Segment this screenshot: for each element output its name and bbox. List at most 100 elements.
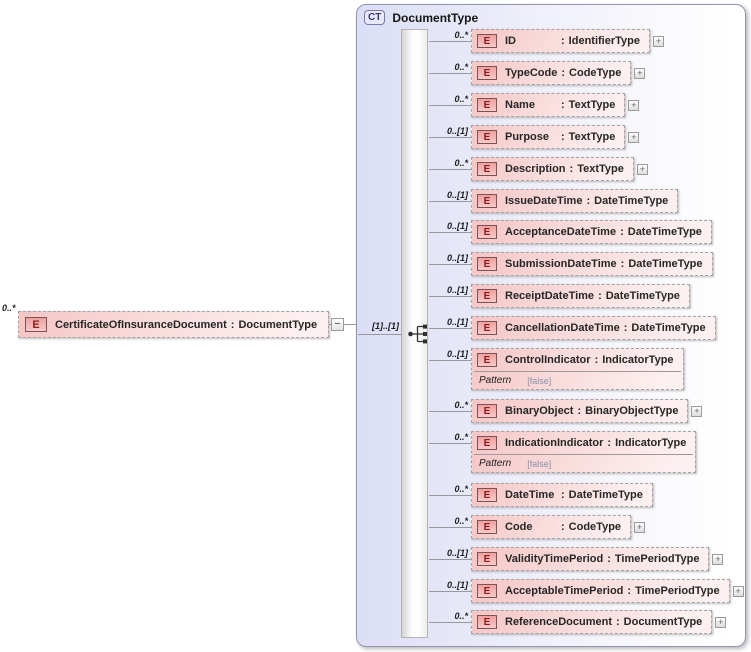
element-box[interactable]: E IssueDateTime: DateTimeType	[471, 189, 679, 213]
type-separator: :	[561, 35, 565, 47]
element-name: TypeCode	[505, 67, 558, 79]
element-box[interactable]: E Description: TextType	[471, 157, 634, 181]
element-box[interactable]: E CancellationDateTime: DateTimeType	[471, 316, 716, 340]
element-main: E IndicationIndicator: IndicatorType	[472, 432, 695, 454]
element-type: BinaryObjectType	[585, 405, 679, 417]
element-main: E SubmissionDateTime: DateTimeType	[472, 253, 712, 275]
element-badge-icon: E	[477, 552, 497, 566]
element-box[interactable]: E TypeCode: CodeType	[471, 61, 632, 85]
connector-line	[429, 591, 471, 592]
connector-line	[429, 73, 471, 74]
facet-row: Pattern [false]	[472, 455, 695, 472]
element-box[interactable]: E ID: IdentifierType	[471, 29, 650, 53]
element-type: TextType	[577, 163, 624, 175]
type-separator: :	[623, 322, 628, 334]
type-separator: :	[561, 131, 565, 143]
root-element-type: DocumentType	[238, 318, 318, 331]
type-separator: :	[607, 437, 612, 449]
element-type: DateTimeType	[631, 322, 706, 334]
cardinality-label: 0..[1]	[446, 349, 468, 359]
root-element-box[interactable]: E CertificateOfInsuranceDocument : Docum…	[18, 311, 329, 338]
element-badge-icon: E	[25, 317, 47, 332]
element-box[interactable]: E ReceiptDateTime: DateTimeType	[471, 284, 690, 308]
cardinality-label: 0..*	[454, 62, 468, 72]
cardinality-label: 0..[1]	[446, 221, 468, 231]
connector-line	[429, 443, 471, 444]
element-name: ValidityTimePeriod	[505, 553, 604, 565]
element-name: Description	[505, 163, 566, 175]
element-row: 0..* E Code: CodeType +	[429, 515, 646, 539]
element-type: DateTimeType	[594, 195, 669, 207]
element-name: CancellationDateTime	[505, 322, 620, 334]
cardinality-label: 0..[1]	[446, 126, 468, 136]
expand-toggle[interactable]: +	[636, 164, 648, 175]
element-badge-icon: E	[477, 66, 497, 80]
type-separator: :	[561, 521, 565, 533]
element-badge-icon: E	[477, 404, 497, 418]
element-main: E ID: IdentifierType	[472, 30, 649, 52]
cardinality-label: 0..*	[454, 400, 468, 410]
element-main: E CancellationDateTime: DateTimeType	[472, 317, 715, 339]
element-type: TimePeriodType	[614, 553, 700, 565]
element-main: E TypeCode: CodeType	[472, 62, 630, 84]
element-badge-icon: E	[477, 353, 497, 367]
element-box[interactable]: E Purpose: TextType	[471, 125, 626, 149]
element-row: 0..[1] E AcceptableTimePeriod: TimePeriodTy…	[429, 579, 744, 603]
facet-label: Pattern	[479, 458, 512, 469]
type-separator: :	[598, 290, 602, 302]
element-box[interactable]: E Name: TextType	[471, 93, 626, 117]
element-box[interactable]: E ControlIndicator: IndicatorType Pattern [f…	[471, 348, 684, 390]
element-box[interactable]: E ReferenceDocument: DocumentType	[471, 610, 713, 634]
element-name: Purpose	[505, 131, 550, 143]
element-type: DateTimeType	[627, 226, 702, 238]
element-box[interactable]: E SubmissionDateTime: DateTimeType	[471, 252, 713, 276]
element-box[interactable]: E AcceptanceDateTime: DateTimeType	[471, 220, 712, 244]
element-row: 0..* E BinaryObject: BinaryObjectType +	[429, 399, 703, 423]
element-rows: 0..* E ID: IdentifierType +0..* E TypeCode: Cod…	[357, 5, 745, 646]
element-row: 0..* E DateTime: DateTimeType	[429, 483, 653, 507]
element-type: CodeType	[568, 521, 622, 533]
expand-toggle[interactable]: +	[691, 406, 703, 417]
element-row: 0..[1] E SubmissionDateTime: DateTimeType	[429, 252, 713, 276]
expand-toggle[interactable]: +	[652, 36, 664, 47]
type-separator: :	[561, 99, 565, 111]
element-badge-icon: E	[477, 257, 497, 271]
type-separator: :	[594, 354, 599, 366]
facet-value: [false]	[527, 458, 552, 469]
element-box[interactable]: E BinaryObject: BinaryObjectType	[471, 399, 689, 423]
element-row: 0..[1] E CancellationDateTime: DateTimeType	[429, 316, 716, 340]
element-type: CodeType	[569, 67, 622, 79]
element-name: Name	[505, 99, 535, 111]
element-box[interactable]: E ValidityTimePeriod: TimePeriodType	[471, 547, 710, 571]
element-name: ReceiptDateTime	[505, 290, 595, 302]
element-box[interactable]: E AcceptableTimePeriod: TimePeriodType	[471, 579, 730, 603]
element-box[interactable]: E DateTime: DateTimeType	[471, 483, 653, 507]
facet-row: Pattern [false]	[472, 372, 683, 389]
connector-line	[429, 201, 471, 202]
cardinality-label: 0..*	[454, 516, 468, 526]
expand-toggle[interactable]: +	[712, 554, 724, 565]
element-name: ReferenceDocument	[505, 616, 612, 628]
cardinality-label: 0..*	[454, 158, 468, 168]
collapse-toggle[interactable]: −	[331, 318, 344, 331]
element-main: E ControlIndicator: IndicatorType	[472, 349, 683, 371]
element-name: SubmissionDateTime	[505, 258, 617, 270]
element-main: E DateTime: DateTimeType	[472, 484, 652, 506]
facet-value: [false]	[527, 375, 552, 386]
expand-toggle[interactable]: +	[715, 617, 727, 628]
expand-toggle[interactable]: +	[634, 68, 646, 79]
connector-line	[429, 232, 471, 233]
element-box[interactable]: E Code: CodeType	[471, 515, 632, 539]
type-separator: :	[569, 163, 574, 175]
expand-toggle[interactable]: +	[628, 100, 640, 111]
expand-toggle[interactable]: +	[628, 132, 640, 143]
element-box[interactable]: E IndicationIndicator: IndicatorType Patter…	[471, 431, 697, 473]
element-row: 0..* E IndicationIndicator: IndicatorType Pa…	[429, 431, 697, 473]
element-row: 0..[1] E Purpose: TextType +	[429, 125, 640, 149]
root-element-name: CertificateOfInsuranceDocument	[55, 318, 227, 331]
expand-toggle[interactable]: +	[634, 522, 646, 533]
element-badge-icon: E	[477, 98, 497, 112]
element-badge-icon: E	[477, 520, 497, 534]
expand-toggle[interactable]: +	[732, 586, 744, 597]
cardinality-label: 0..*	[454, 94, 468, 104]
